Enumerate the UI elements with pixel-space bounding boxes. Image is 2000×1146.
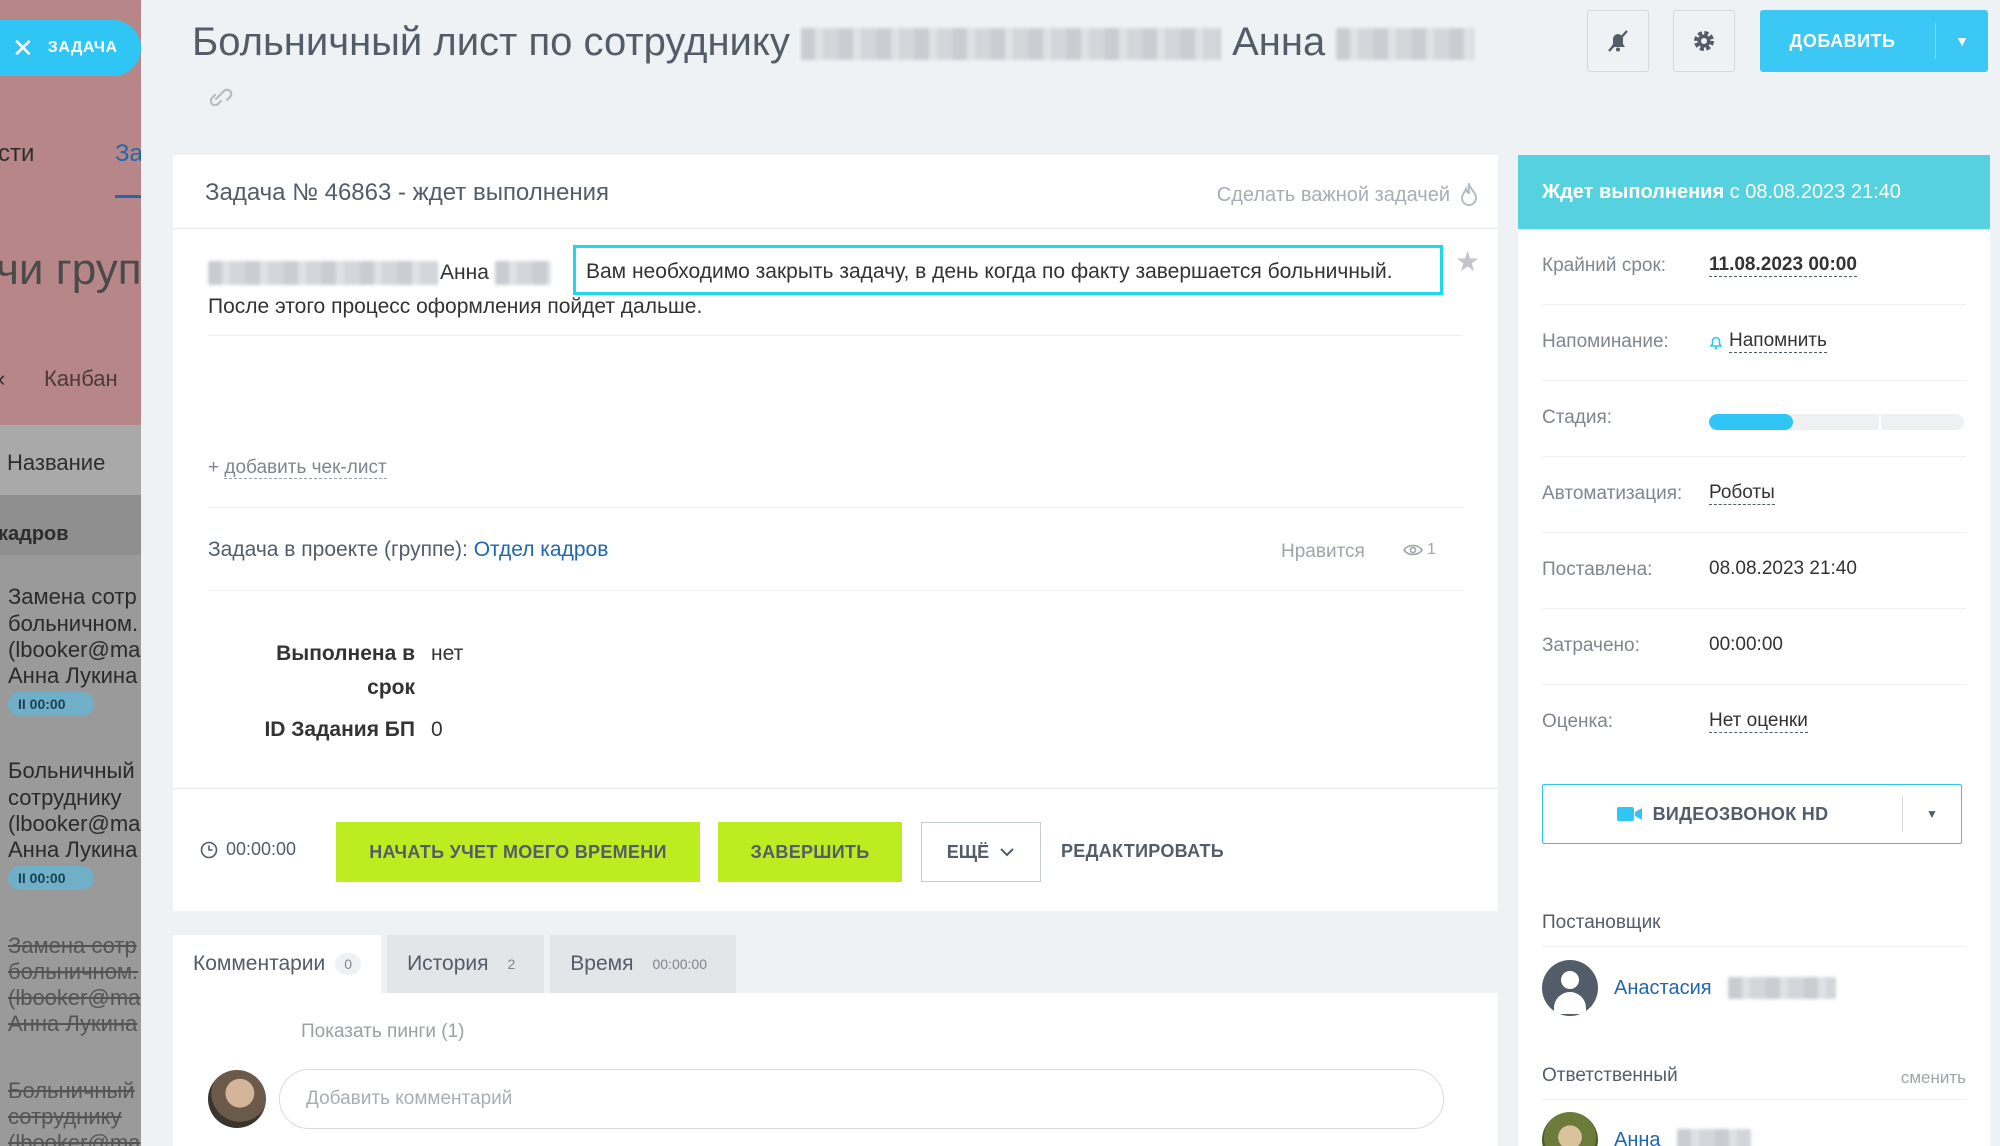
background-time-badge: II 00:00 — [8, 692, 94, 716]
page-title: Больничный лист по сотруднику Анна — [192, 20, 1475, 65]
time-spent-value: 00:00:00 — [1709, 634, 1783, 655]
video-call-button[interactable]: ВИДЕОЗВОНОК HD ▼ — [1542, 784, 1962, 844]
background-column-name: Название — [7, 450, 106, 475]
redacted-lastname — [1336, 28, 1475, 61]
bell-icon — [1709, 336, 1723, 349]
status-bar: Ждет выполнения с 08.08.2023 21:40 — [1518, 155, 1990, 229]
redacted-mention-surname — [208, 261, 438, 285]
close-icon: ✕ — [12, 33, 34, 63]
change-responsible-link[interactable]: сменить — [1901, 1068, 1966, 1088]
chevron-down-icon[interactable]: ▼ — [1903, 807, 1961, 821]
comments-panel: Показать пинги (1) Добавить комментарий — [173, 993, 1498, 1146]
created-row: Поставлена: 08.08.2023 21:40 — [1542, 533, 1966, 609]
background-heading-partial: чи груп — [0, 245, 141, 294]
stage-row: Стадия: — [1542, 381, 1966, 457]
mention-name[interactable]: Анна — [440, 261, 489, 285]
settings-button[interactable] — [1673, 10, 1735, 72]
redacted-responsible-surname — [1676, 1129, 1751, 1146]
like-button[interactable]: Нравится — [1281, 541, 1365, 563]
background-tab-underline — [115, 195, 141, 198]
background-bracket: ‹ — [0, 366, 5, 392]
background-task-list: сти За чи груп ‹ Канбан Название кадров … — [0, 0, 141, 1146]
rating-row: Оценка: Нет оценки — [1542, 710, 1808, 733]
task-number-status: Задача № 46863 - ждет выполнения — [205, 179, 610, 206]
responsible-person[interactable]: Анна — [1542, 1112, 1751, 1146]
background-kanban-view: Канбан — [44, 366, 118, 391]
task-sidebar: Ждет выполнения с 08.08.2023 21:40 Крайн… — [1518, 155, 1990, 1146]
task-timer: 00:00:00 — [200, 839, 296, 860]
automation-row: Автоматизация: Роботы — [1542, 457, 1966, 533]
task-tabs: Комментарии 0 История 2 Время 00:00:00 — [173, 935, 742, 993]
add-button[interactable]: ДОБАВИТЬ ▼ — [1760, 10, 1988, 72]
tab-comments[interactable]: Комментарии 0 — [173, 935, 382, 993]
robots-link[interactable]: Роботы — [1709, 482, 1775, 505]
reminder-row: Напоминание: Напомнить — [1542, 305, 1966, 381]
bell-off-icon — [1608, 30, 1628, 52]
field-label: Выполнена в — [276, 642, 415, 665]
background-tab-partial: сти — [0, 140, 35, 167]
task-card: Задача № 46863 - ждет выполнения Сделать… — [173, 155, 1498, 911]
project-link[interactable]: Отдел кадров — [474, 538, 609, 561]
responsible-label: Ответственный — [1542, 1065, 1678, 1086]
time-spent-row: Затрачено: 00:00:00 — [1542, 609, 1966, 685]
background-group-name: кадров — [0, 523, 69, 545]
creator-person[interactable]: Анастасия — [1542, 960, 1836, 1016]
redacted-surname — [800, 28, 1221, 61]
task-description-line: После этого процесс оформления пойдет да… — [208, 295, 703, 318]
gear-icon — [1694, 31, 1714, 51]
avatar — [1542, 960, 1598, 1016]
field-value: нет — [431, 642, 464, 665]
avatar — [1542, 1112, 1598, 1146]
show-pings-link[interactable]: Показать пинги (1) — [301, 1021, 465, 1043]
comment-input[interactable]: Добавить комментарий — [279, 1069, 1444, 1129]
tab-time[interactable]: Время 00:00:00 — [550, 935, 736, 993]
clock-icon — [200, 841, 218, 858]
video-camera-icon — [1616, 807, 1642, 821]
avatar — [208, 1070, 266, 1128]
mute-button[interactable] — [1587, 10, 1649, 72]
complete-button[interactable]: ЗАВЕРШИТЬ — [718, 822, 902, 882]
deadline-row: Крайний срок: 11.08.2023 00:00 — [1542, 229, 1966, 305]
task-card-header: Задача № 46863 - ждет выполнения Сделать… — [173, 155, 1498, 229]
chevron-down-icon[interactable]: ▼ — [1936, 33, 1988, 49]
edit-button[interactable]: РЕДАКТИРОВАТЬ — [1061, 841, 1224, 862]
stage-progress-fill — [1709, 414, 1794, 430]
deadline-value[interactable]: 11.08.2023 00:00 — [1709, 254, 1857, 277]
make-important-link[interactable]: Сделать важной задачей — [1217, 183, 1478, 207]
fire-icon — [1460, 183, 1478, 206]
start-time-tracking-button[interactable]: НАЧАТЬ УЧЕТ МОЕГО ВРЕМЕНИ — [336, 822, 700, 882]
field-label: ID Задания БП — [264, 718, 415, 741]
task-actions-bar: 00:00:00 НАЧАТЬ УЧЕТ МОЕГО ВРЕМЕНИ ЗАВЕР… — [173, 788, 1498, 911]
background-time-badge: II 00:00 — [8, 866, 94, 890]
close-slider-button[interactable]: ✕ ЗАДАЧА — [0, 20, 141, 76]
highlighted-instruction: Вам необходимо закрыть задачу, в день ко… — [573, 245, 1443, 295]
redacted-creator-surname — [1727, 977, 1836, 999]
field-label: срок — [367, 676, 415, 699]
eye-icon — [1403, 544, 1423, 556]
stage-progress-bar[interactable] — [1709, 414, 1964, 430]
chevron-down-icon — [1000, 848, 1014, 857]
close-slider-label: ЗАДАЧА — [47, 39, 118, 56]
task-project: Задача в проекте (группе): Отдел кадров — [208, 538, 609, 561]
tab-history[interactable]: История 2 — [387, 935, 545, 993]
favorite-star-icon[interactable]: ★ — [1455, 245, 1480, 278]
field-value: 0 — [431, 718, 443, 741]
task-description-mention: Анна — [208, 261, 551, 285]
rating-link[interactable]: Нет оценки — [1709, 710, 1808, 733]
more-button[interactable]: ЕЩЁ — [921, 822, 1041, 882]
copy-link-icon[interactable] — [210, 84, 236, 106]
redacted-mention-lastname — [494, 261, 551, 285]
add-checklist-link[interactable]: + добавить чек-лист — [208, 457, 387, 479]
creator-label: Постановщик — [1542, 912, 1661, 933]
background-tab-partial-active: За — [115, 140, 141, 167]
reminder-link[interactable]: Напомнить — [1709, 330, 1827, 353]
created-value: 08.08.2023 21:40 — [1709, 558, 1857, 579]
views-counter: 1 — [1403, 541, 1436, 559]
